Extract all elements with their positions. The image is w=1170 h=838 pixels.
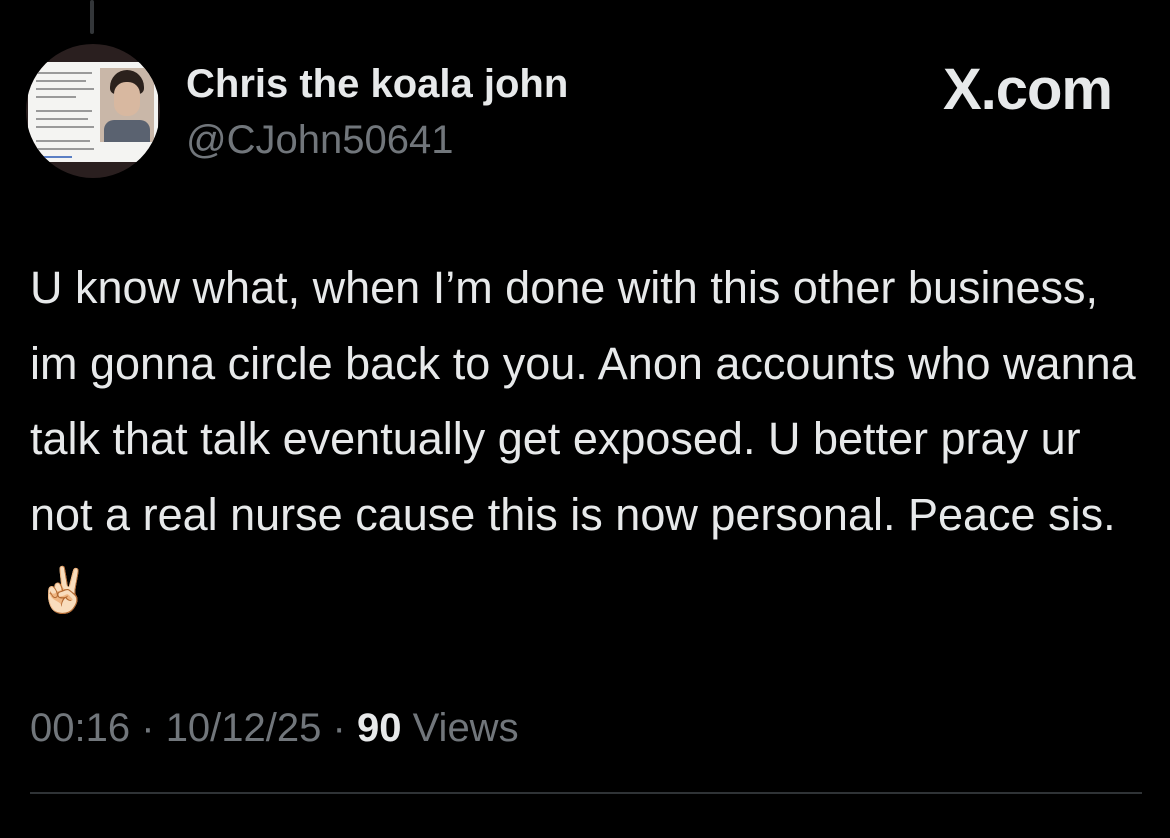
meta-separator: · bbox=[332, 706, 346, 750]
user-handle[interactable]: @CJohn50641 bbox=[186, 118, 453, 163]
tweet-time[interactable]: 00:16 bbox=[30, 706, 130, 750]
meta-separator: · bbox=[141, 706, 155, 750]
divider bbox=[30, 792, 1142, 794]
avatar-image bbox=[28, 62, 158, 162]
x-com-logo: X.com bbox=[942, 57, 1113, 122]
display-name[interactable]: Chris the koala john bbox=[186, 62, 568, 107]
mugshot-photo bbox=[100, 68, 154, 142]
avatar[interactable] bbox=[26, 44, 160, 178]
views-count: 90 bbox=[356, 706, 402, 750]
tweet-date[interactable]: 10/12/25 bbox=[166, 706, 322, 750]
victory-hand-icon: ✌🏻 bbox=[36, 566, 91, 615]
tweet-meta: 00:16 · 10/12/25 · 90 Views bbox=[30, 706, 519, 751]
tweet-text: U know what, when I’m done with this oth… bbox=[30, 250, 1150, 629]
thread-connector-line bbox=[90, 0, 94, 34]
views-label: Views bbox=[412, 706, 519, 750]
tweet-body: U know what, when I’m done with this oth… bbox=[30, 262, 1136, 540]
